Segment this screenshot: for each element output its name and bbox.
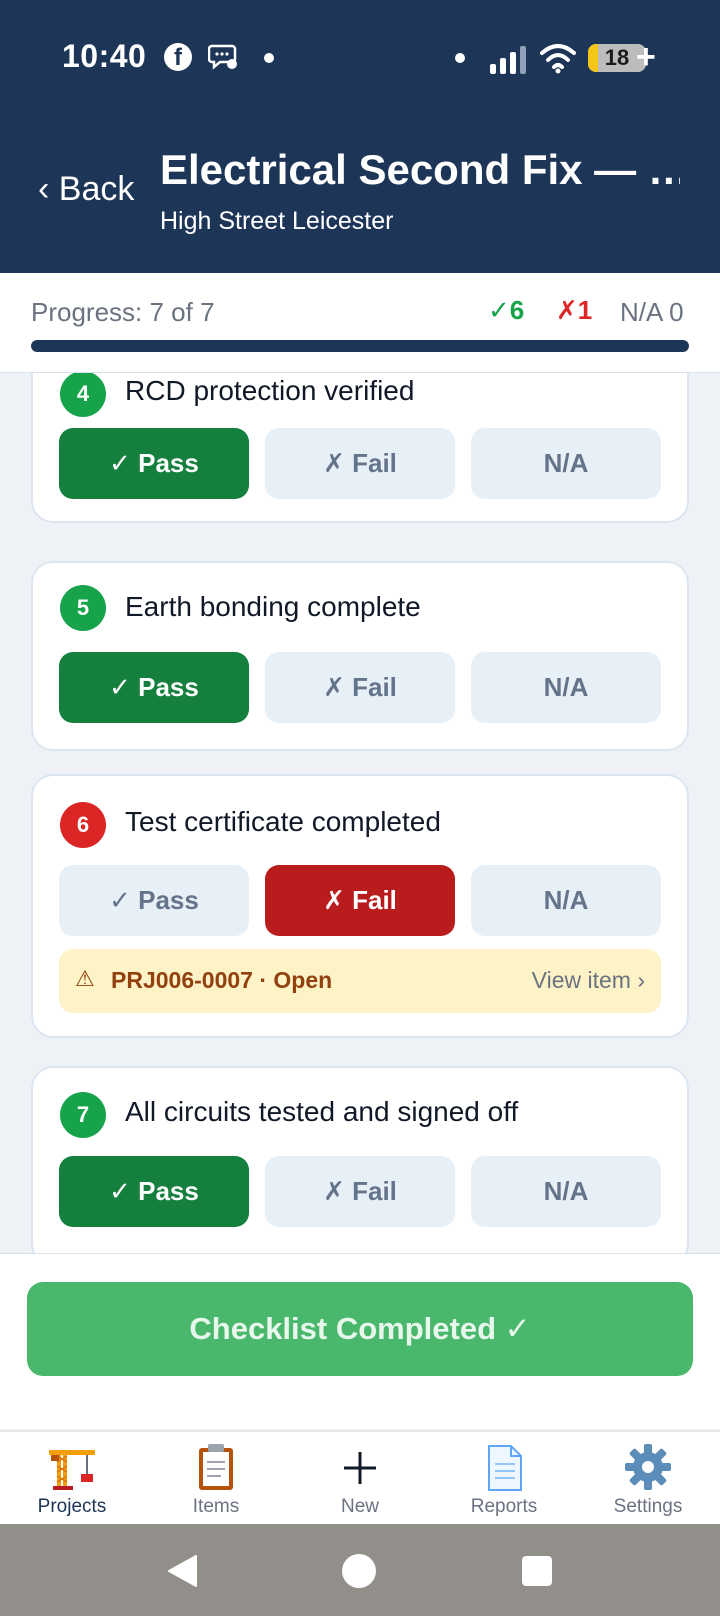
fail-count: ✗1 <box>556 295 593 325</box>
footer-actions: Checklist Completed ✓ <box>0 1253 720 1429</box>
nav-label: New <box>340 1496 379 1517</box>
plus-icon <box>344 1452 376 1484</box>
issue-reference: PRJ006-0007 · Open <box>111 967 333 993</box>
checklist-item-5: 5 Earth bonding complete ✓ Pass ✗ Fail N… <box>31 561 689 751</box>
view-item-link[interactable]: View item › <box>532 967 645 994</box>
page-subtitle: High Street Leicester <box>160 207 394 235</box>
checklist-item-7: 7 All circuits tested and signed off ✓ P… <box>31 1066 689 1253</box>
item-title: All circuits tested and signed off <box>125 1096 519 1127</box>
nav-label: Projects <box>37 1496 107 1517</box>
fail-button[interactable]: ✗ Fail <box>265 865 455 936</box>
checklist-completed-button[interactable]: Checklist Completed ✓ <box>27 1282 693 1376</box>
checklist[interactable]: 4 RCD protection verified ✓ Pass ✗ Fail … <box>0 373 720 1253</box>
na-button[interactable]: N/A <box>471 652 661 723</box>
notification-dot <box>264 53 274 63</box>
page-title: Electrical Second Fix — … <box>160 146 680 193</box>
item-title: Test certificate completed <box>125 806 441 837</box>
item-number-badge: 6 <box>60 802 106 848</box>
progress-bar <box>31 340 689 352</box>
pass-button[interactable]: ✓ Pass <box>59 652 249 723</box>
system-back-icon[interactable] <box>166 1554 198 1588</box>
nav-reports[interactable]: Reports <box>432 1432 576 1526</box>
clipboard-icon <box>199 1444 233 1490</box>
fail-button[interactable]: ✗ Fail <box>265 428 455 499</box>
system-recents-icon[interactable] <box>522 1556 552 1586</box>
gear-icon <box>625 1444 671 1490</box>
item-title: Earth bonding complete <box>125 591 421 622</box>
checklist-item-6: 6 Test certificate completed ✓ Pass ✗ Fa… <box>31 774 689 1038</box>
item-number-badge: 4 <box>60 373 106 417</box>
nav-projects[interactable]: Projects <box>0 1432 144 1526</box>
app-header: 10:40 f 18 + ‹ Back Electrical Second Fi… <box>0 0 720 273</box>
status-bar: 10:40 f 18 + <box>0 0 720 120</box>
messenger-icon <box>208 44 237 70</box>
item-number-badge: 7 <box>60 1092 106 1138</box>
nav-label: Items <box>192 1496 240 1517</box>
nav-new[interactable]: New <box>288 1432 432 1526</box>
facebook-icon: f <box>164 43 192 71</box>
nav-label: Settings <box>613 1496 683 1517</box>
na-button[interactable]: N/A <box>471 1156 661 1227</box>
document-icon <box>488 1445 522 1491</box>
signal-icon <box>490 46 526 74</box>
item-number-badge: 5 <box>60 585 106 631</box>
progress-summary: Progress: 7 of 7 ✓6 ✗1 N/A 0 <box>0 273 720 373</box>
pass-button[interactable]: ✓ Pass <box>59 1156 249 1227</box>
system-navigation-bar <box>0 1524 720 1616</box>
pass-button[interactable]: ✓ Pass <box>59 865 249 936</box>
na-count: N/A 0 <box>620 297 684 327</box>
fail-button[interactable]: ✗ Fail <box>265 1156 455 1227</box>
nav-settings[interactable]: Settings <box>576 1432 720 1526</box>
linked-issue-banner[interactable]: ⚠ PRJ006-0007 · Open View item › <box>59 949 661 1013</box>
back-button[interactable]: ‹ Back <box>38 170 134 209</box>
progress-label: Progress: 7 of 7 <box>31 297 215 327</box>
status-time: 10:40 <box>62 38 147 74</box>
item-title: RCD protection verified <box>125 375 415 406</box>
wifi-icon <box>540 44 576 74</box>
checklist-item-4: 4 RCD protection verified ✓ Pass ✗ Fail … <box>31 373 689 523</box>
na-button[interactable]: N/A <box>471 865 661 936</box>
fail-button[interactable]: ✗ Fail <box>265 652 455 723</box>
crane-icon <box>49 1450 95 1490</box>
na-button[interactable]: N/A <box>471 428 661 499</box>
pass-button[interactable]: ✓ Pass <box>59 428 249 499</box>
notification-dot <box>455 53 465 63</box>
warning-icon: ⚠ <box>75 966 95 991</box>
pass-count: ✓6 <box>488 295 525 325</box>
progress-bar-fill <box>31 340 689 352</box>
bottom-nav: Projects Items New Reports Settings <box>0 1430 720 1524</box>
system-home-icon[interactable] <box>342 1554 376 1588</box>
nav-label: Reports <box>470 1496 538 1517</box>
nav-items[interactable]: Items <box>144 1432 288 1526</box>
charging-icon: + <box>636 38 656 76</box>
